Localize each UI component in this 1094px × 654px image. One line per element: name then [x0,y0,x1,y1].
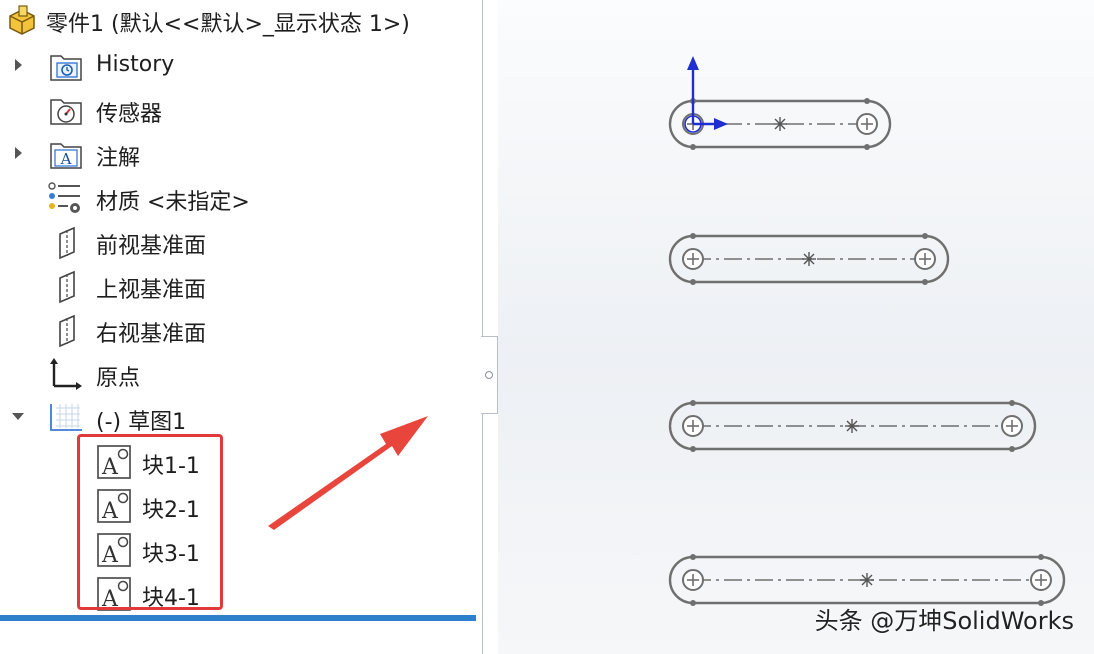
plane-icon [59,270,75,304]
tree-item-label: History [96,52,175,77]
tree-item-sketch1[interactable]: (-) 草图1 [0,398,470,438]
slot-block-3[interactable] [668,400,1037,452]
tree-root-label: 零件1 (默认<<默认>_显示状态 1>) [46,12,410,37]
tree-item-label: 前视基准面 [96,234,207,259]
tree-item-front-plane[interactable]: 前视基准面 [0,222,470,262]
expand-arrow-icon[interactable] [15,147,22,159]
watermark-text: 头条 @万坤SolidWorks [814,607,1074,635]
collapse-arrow-icon[interactable] [12,413,24,420]
tree-root-part[interactable]: 零件1 (默认<<默认>_显示状态 1>) [0,0,470,40]
tree-item-label: 传感器 [96,102,163,127]
tree-item-label: 上视基准面 [96,278,207,303]
tree-item-label: 材质 <未指定> [96,190,250,215]
tree-item-right-plane[interactable]: 右视基准面 [0,310,470,350]
part-icon [9,5,35,35]
slot-block-4[interactable] [668,554,1066,606]
tree-item-history[interactable]: History [0,46,470,86]
history-folder-icon [50,55,82,81]
tree-item-label: (-) 草图1 [96,410,187,435]
svg-text:A: A [60,150,72,168]
splitter-grip-icon [485,371,493,379]
tree-item-block-3[interactable]: A 块3-1 [0,530,470,570]
annotation-folder-icon: A [50,143,82,169]
tree-item-label: 注解 [96,146,141,171]
sketch-canvas[interactable] [498,0,1094,654]
tree-item-block-2[interactable]: A 块2-1 [0,486,470,526]
slot-block-2[interactable] [668,233,950,285]
tree-item-label: 右视基准面 [96,322,207,347]
expand-arrow-icon[interactable] [15,59,22,71]
sensor-folder-icon [50,99,82,125]
sketch-icon [50,404,82,431]
tree-item-top-plane[interactable]: 上视基准面 [0,266,470,306]
origin-icon [50,358,82,390]
tree-item-label: 原点 [96,366,141,391]
tree-item-sensors[interactable]: 传感器 [0,90,470,130]
tree-item-block-4[interactable]: A 块4-1 [0,574,470,614]
tree-item-origin[interactable]: 原点 [0,354,470,394]
panel-splitter-handle[interactable] [481,336,498,414]
material-icon [48,182,80,213]
tree-item-block-1[interactable]: A 块1-1 [0,442,470,482]
tree-item-material[interactable]: 材质 <未指定> [0,178,470,218]
blocks-highlight-box [77,434,223,610]
plane-icon [59,226,75,260]
graphics-viewport[interactable] [498,0,1094,654]
plane-icon [59,314,75,348]
tree-item-annotations[interactable]: A 注解 [0,134,470,174]
tree-end-marker-bar[interactable] [0,615,476,621]
feature-manager-tree: 零件1 (默认<<默认>_显示状态 1>) History 传感器 A 注解 材… [0,0,483,654]
